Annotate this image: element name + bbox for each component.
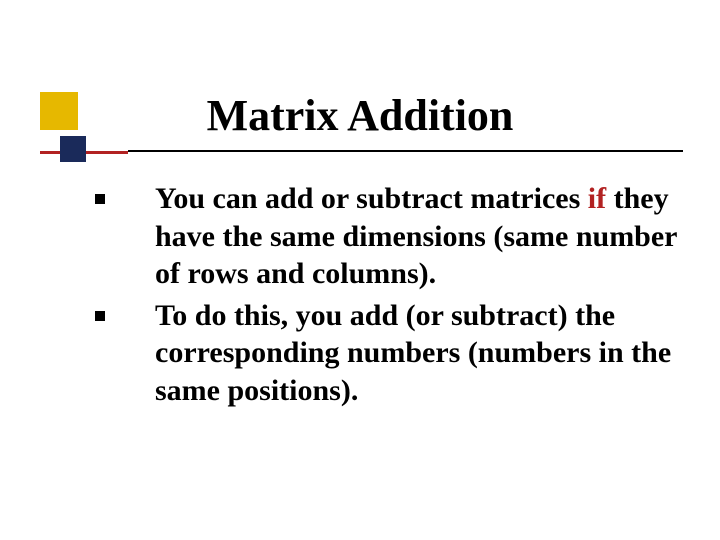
bullet-text: You can add or subtract matrices if they… (155, 180, 685, 293)
title-underline (128, 150, 683, 152)
bullet-item: To do this, you add (or subtract) the co… (95, 297, 685, 410)
bullet-marker (95, 311, 105, 321)
slide-content: You can add or subtract matrices if they… (95, 180, 685, 413)
bullet-text: To do this, you add (or subtract) the co… (155, 297, 685, 410)
bullet-marker (95, 194, 105, 204)
bullet-item: You can add or subtract matrices if they… (95, 180, 685, 293)
slide-title: Matrix Addition (0, 90, 720, 141)
